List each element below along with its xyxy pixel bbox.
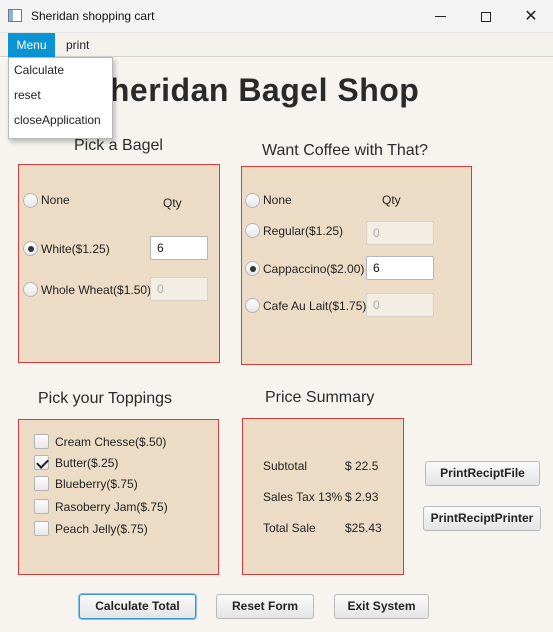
- menu-menu[interactable]: Menu: [8, 33, 55, 57]
- calculate-total-button[interactable]: Calculate Total: [79, 594, 196, 619]
- topping-checkbox-cream-cheese[interactable]: [34, 434, 49, 449]
- coffee-label-cappaccino: Cappaccino($2.00): [263, 262, 365, 276]
- close-icon: ✕: [524, 7, 538, 25]
- topping-checkbox-raspberry-jam[interactable]: [34, 499, 49, 514]
- total-sale-label: Total Sale: [263, 521, 316, 535]
- reset-form-button[interactable]: Reset Form: [216, 594, 314, 619]
- coffee-radio-none[interactable]: [245, 193, 260, 208]
- summary-section-title: Price Summary: [265, 389, 375, 406]
- maximize-button[interactable]: [463, 0, 509, 33]
- topping-label-raspberry-jam: Rasoberry Jam($.75): [55, 500, 168, 514]
- bagel-qty-label: Qty: [163, 196, 182, 210]
- bagel-label-whole-wheat: Whole Wheat($1.50): [41, 283, 152, 297]
- bagel-white-qty-field[interactable]: 6: [150, 236, 208, 260]
- bagel-section-title: Pick a Bagel: [74, 137, 163, 154]
- coffee-radio-cappaccino[interactable]: [245, 261, 260, 276]
- coffee-regular-qty-field[interactable]: 0: [366, 221, 434, 245]
- total-sale-value: $25.43: [345, 521, 382, 535]
- bagel-label-none: None: [41, 193, 70, 207]
- subtotal-label: Subtotal: [263, 459, 308, 473]
- app-icon: [8, 9, 22, 22]
- minimize-button[interactable]: [417, 0, 463, 33]
- menu-item-calculate[interactable]: Calculate: [9, 58, 112, 83]
- topping-label-blueberry: Blueberry($.75): [55, 477, 138, 491]
- menu-print[interactable]: print: [58, 33, 97, 57]
- sales-tax-value: $ 2.93: [345, 490, 379, 504]
- toppings-section-title: Pick your Toppings: [38, 390, 172, 407]
- bagel-label-white: White($1.25): [41, 242, 110, 256]
- coffee-cafe-qty-field[interactable]: 0: [366, 293, 434, 317]
- menu-item-close-application[interactable]: closeApplication: [9, 108, 112, 133]
- print-receipt-printer-button[interactable]: PrintReciptPrinter: [423, 506, 541, 531]
- coffee-panel: Qty None Regular($1.25) 0 Cappaccino($2.…: [241, 166, 472, 365]
- menu-item-reset[interactable]: reset: [9, 83, 112, 108]
- subtotal-value: $ 22.5: [345, 459, 379, 473]
- exit-system-button[interactable]: Exit System: [334, 594, 429, 619]
- page-title: Sheridan Bagel Shop: [88, 72, 420, 108]
- minimize-icon: [434, 16, 446, 17]
- coffee-cappaccino-qty-field[interactable]: 6: [366, 256, 434, 280]
- menu-dropdown: Calculate reset closeApplication: [8, 57, 113, 139]
- window-titlebar: Sheridan shopping cart ✕: [0, 0, 553, 33]
- maximize-icon: [481, 11, 491, 22]
- bagel-radio-white[interactable]: [23, 241, 38, 256]
- toppings-panel: Cream Chesse($.50) Butter($.25) Blueberr…: [18, 419, 219, 575]
- topping-label-butter: Butter($.25): [55, 456, 119, 470]
- sales-tax-label: Sales Tax 13%: [263, 490, 343, 504]
- topping-checkbox-peach-jelly[interactable]: [34, 521, 49, 536]
- bagel-wheat-qty-field[interactable]: 0: [150, 277, 208, 301]
- coffee-qty-label: Qty: [382, 193, 401, 207]
- print-receipt-file-button[interactable]: PrintReciptFile: [425, 461, 540, 486]
- coffee-radio-cafe-au-lait[interactable]: [245, 298, 260, 313]
- bagel-radio-none[interactable]: [23, 193, 38, 208]
- topping-checkbox-blueberry[interactable]: [34, 476, 49, 491]
- summary-panel: Subtotal $ 22.5 Sales Tax 13% $ 2.93 Tot…: [242, 418, 404, 575]
- coffee-section-title: Want Coffee with That?: [262, 142, 429, 159]
- coffee-label-cafe-au-lait: Cafe Au Lait($1.75): [263, 299, 367, 313]
- topping-checkbox-butter[interactable]: [34, 455, 49, 470]
- bagel-panel: Qty None White($1.25) 6 Whole Wheat($1.5…: [18, 164, 220, 363]
- coffee-radio-regular[interactable]: [245, 223, 260, 238]
- menubar: Menu print: [0, 33, 553, 57]
- coffee-label-none: None: [263, 193, 292, 207]
- bagel-radio-whole-wheat[interactable]: [23, 282, 38, 297]
- window-title: Sheridan shopping cart: [31, 9, 155, 23]
- topping-label-cream-cheese: Cream Chesse($.50): [55, 435, 167, 449]
- coffee-label-regular: Regular($1.25): [263, 224, 344, 238]
- topping-label-peach-jelly: Peach Jelly($.75): [55, 522, 148, 536]
- close-button[interactable]: ✕: [508, 0, 553, 33]
